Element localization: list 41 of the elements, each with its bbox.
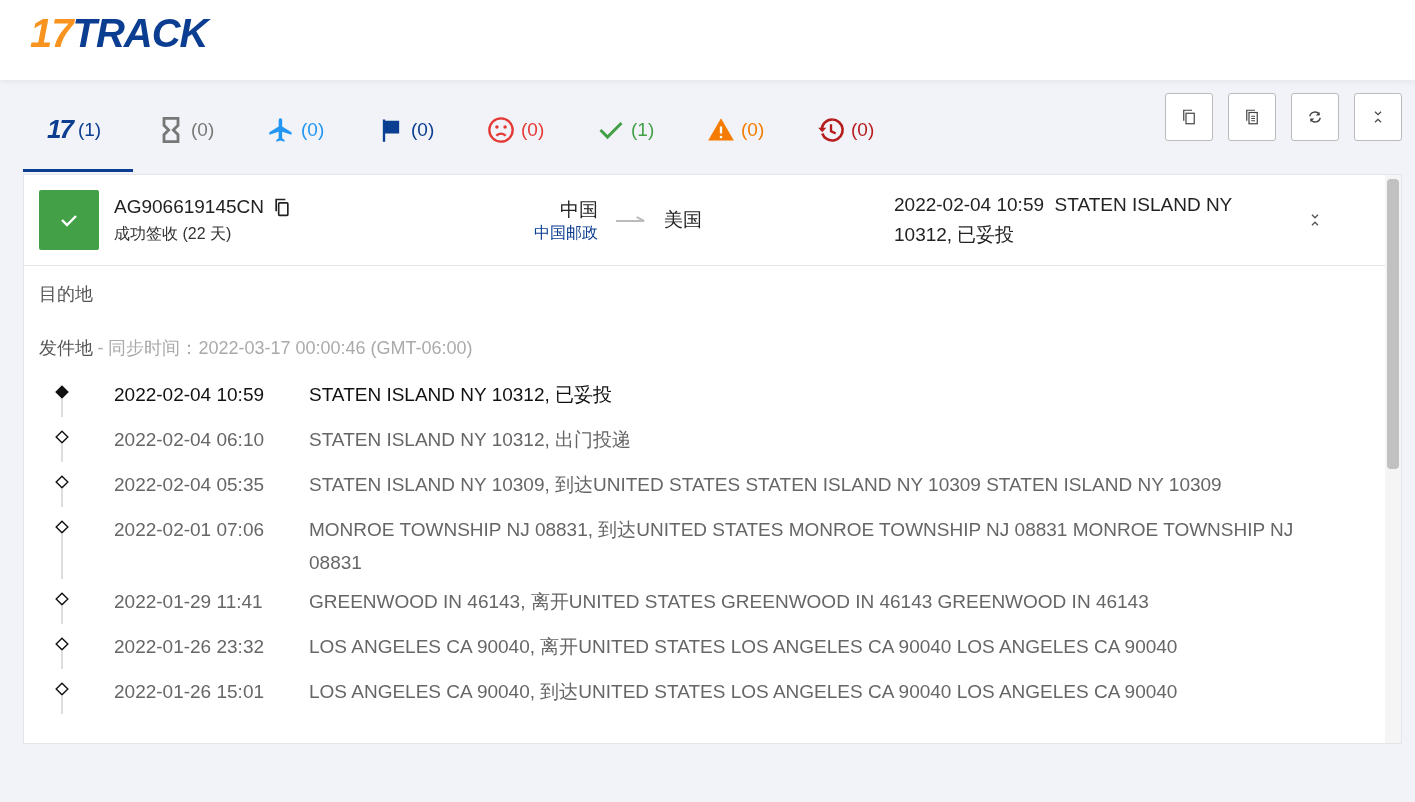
event-time: 2022-01-29 11:41 [114, 590, 264, 613]
refresh-icon [1306, 108, 1324, 126]
event-time: 2022-01-26 23:32 [114, 635, 265, 658]
copy-icon[interactable] [272, 196, 292, 217]
event-text: STATEN ISLAND NY 10312, 已妥投 [309, 383, 613, 407]
event-time: 2022-02-01 07:06 [114, 518, 265, 541]
sad-face-icon [487, 115, 515, 144]
latest-event: 2022-02-04 10:59 STATEN ISLAND NY 10312, 已妥投 [894, 193, 1233, 247]
copy-button[interactable] [1165, 93, 1213, 141]
filter-tab[interactable]: (0) [353, 90, 463, 172]
section-title: 发件地 [39, 338, 93, 358]
carrier-link[interactable]: 中国邮政 [534, 222, 598, 244]
event-text: LOS ANGELES CA 90040, 离开UNITED STATES LOS ANGELES CA 90040 LOS ANGELES CA 90040 [309, 635, 1178, 659]
event-time: 2022-02-04 10:59 [114, 383, 265, 406]
delivered-status-icon [39, 190, 99, 250]
section-title: 目的地 [39, 283, 94, 306]
airplane-icon [267, 115, 295, 144]
filter-tab[interactable]: (0) [463, 90, 573, 172]
document-list-icon [1243, 108, 1261, 126]
origin-country: 中国 [560, 197, 598, 222]
copy-icon [1180, 108, 1198, 126]
event-time: 2022-02-04 06:10 [114, 428, 265, 451]
status-text: 成功签收 (22 天) [114, 223, 233, 244]
collapse-button[interactable] [1354, 93, 1402, 141]
refresh-button[interactable] [1291, 93, 1339, 141]
event-text: LOS ANGELES CA 90040, 到达UNITED STATES LOS ANGELES CA 90040 LOS ANGELES CA 90040 [309, 680, 1178, 704]
history-icon [817, 115, 845, 144]
event-time: 2022-01-26 15:01 [114, 680, 265, 703]
tracking-number: AG906619145CN [114, 195, 264, 218]
event-text: GREENWOOD IN 46143, 离开UNITED STATES GREENWOOD IN 46143 GREENWOOD IN 46143 [309, 590, 1149, 614]
list-button[interactable] [1228, 93, 1276, 141]
scrollbar[interactable] [1385, 175, 1401, 743]
event-text: STATEN ISLAND NY 10312, 出门投递 [309, 428, 632, 452]
filter-tab[interactable]: (0) [133, 90, 243, 172]
filter-tab[interactable]: (1) [573, 90, 683, 172]
filter-tab[interactable]: (0) [793, 90, 903, 172]
event-text: STATEN ISLAND NY 10309, 到达UNITED STATES STATEN ISLAND NY 10309 STATEN ISLAND NY 10309 [309, 473, 1222, 497]
event-text: MONROE TOWNSHIP NJ 08831, 到达UNITED STATES MONROE TOWNSHIP NJ 08831 MONROE TOWNSHIP NJ 08831 [309, 518, 1295, 575]
event-time: 2022-02-04 05:35 [114, 473, 265, 496]
destination-country: 美国 [664, 208, 702, 232]
sync-time: - 同步时间：2022-03-17 00:00:46 (GMT-06:00) [97, 338, 473, 358]
